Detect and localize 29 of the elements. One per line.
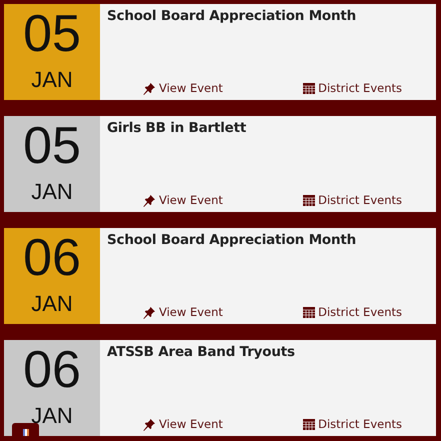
view-event-link[interactable]: View Event xyxy=(143,305,223,319)
district-events-link[interactable]: District Events xyxy=(303,81,402,95)
pushpin-icon xyxy=(143,82,156,94)
district-events-link[interactable]: District Events xyxy=(303,305,402,319)
event-title: School Board Appreciation Month xyxy=(107,8,358,24)
district-events-link[interactable]: District Events xyxy=(303,417,402,431)
event-day: 06 xyxy=(23,342,81,398)
event-day: 06 xyxy=(23,230,81,286)
calendar-icon xyxy=(303,82,316,94)
view-event-link[interactable]: View Event xyxy=(143,417,223,431)
event-month: JAN xyxy=(31,68,73,92)
district-events-link[interactable]: District Events xyxy=(303,193,402,207)
event-month: JAN xyxy=(31,404,73,428)
view-event-link[interactable]: View Event xyxy=(143,193,223,207)
event-title: School Board Appreciation Month xyxy=(107,232,358,248)
view-event-link[interactable]: View Event xyxy=(143,81,223,95)
calendar-icon xyxy=(303,306,316,318)
event-day: 05 xyxy=(23,6,81,62)
event-title: Girls BB in Bartlett xyxy=(107,120,248,136)
flag-icon xyxy=(22,429,28,436)
event-title: ATSSB Area Band Tryouts xyxy=(107,344,296,360)
calendar-icon xyxy=(303,418,316,430)
event-month: JAN xyxy=(31,180,73,204)
pushpin-icon xyxy=(143,306,156,318)
event-month: JAN xyxy=(31,292,73,316)
pushpin-icon xyxy=(143,194,156,206)
pushpin-icon xyxy=(143,418,156,430)
event-day: 05 xyxy=(23,118,81,174)
calendar-icon xyxy=(303,194,316,206)
